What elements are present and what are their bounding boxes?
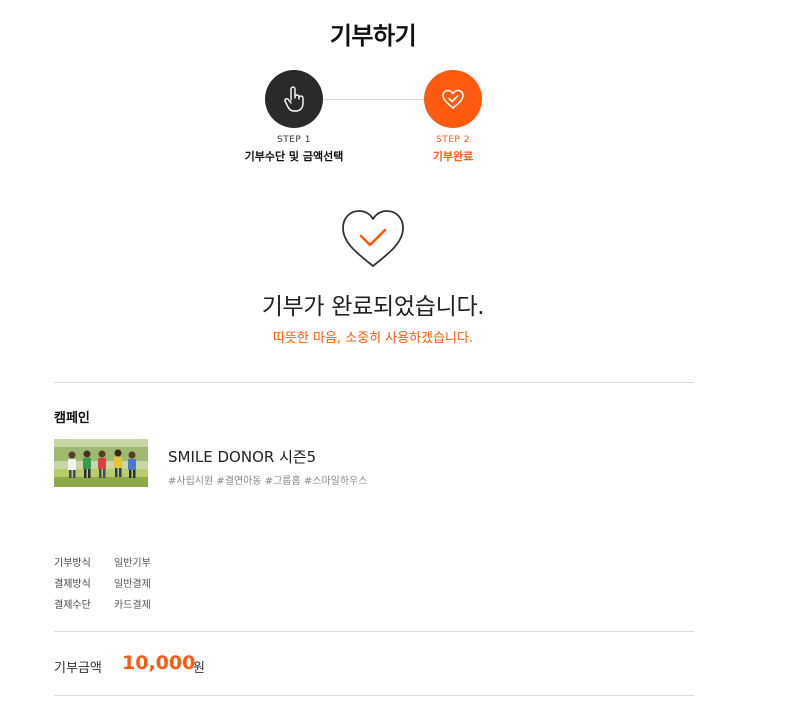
info-label: 기부방식	[54, 558, 91, 569]
divider	[54, 382, 694, 383]
campaign-tags: #사립시원 #결연아동 #그룹홈 #스마일하우스	[168, 476, 368, 487]
step-1: STEP 1 기부수단 및 금액선택	[224, 70, 364, 164]
info-value: 카드결제	[114, 600, 151, 611]
step-1-label: 기부수단 및 금액선택	[244, 150, 344, 163]
heart-check-icon	[442, 89, 464, 109]
info-row-donation-type: 기부방식 일반기부	[54, 551, 151, 572]
campaign-thumbnail[interactable]	[54, 439, 148, 487]
page-title: 기부하기	[329, 22, 417, 50]
step-2-label: 기부완료	[432, 150, 474, 163]
info-row-payment-method: 결제수단 카드결제	[54, 593, 151, 614]
step-indicator: STEP 1 기부수단 및 금액선택 STEP 2 기부완료	[0, 70, 746, 170]
step-2-circle	[424, 70, 482, 128]
payment-info: 기부방식 일반기부 결제방식 일반결제 결제수단 카드결제	[54, 551, 151, 614]
amount-label: 기부금액	[54, 661, 102, 676]
info-label: 결제방식	[54, 579, 91, 590]
info-value: 일반기부	[114, 558, 151, 569]
heart-check-icon	[342, 210, 404, 267]
divider	[54, 695, 694, 696]
info-label: 결제수단	[54, 600, 91, 611]
info-row-payment-type: 결제방식 일반결제	[54, 572, 151, 593]
divider	[54, 631, 694, 632]
step-2-number: STEP 2	[436, 135, 470, 145]
campaign-heading: 캠페인	[54, 411, 90, 426]
campaign-name[interactable]: SMILE DONOR 시즌5	[168, 446, 316, 467]
donation-complete-page: 기부하기 STEP 1 기부수단 및 금액선택 STEP 2 기부완료 기부가 …	[0, 0, 800, 708]
info-value: 일반결제	[114, 579, 151, 590]
completion-subtitle: 따뜻한 마음, 소중히 사용하겠습니다.	[272, 331, 474, 346]
children-running-photo	[54, 439, 148, 487]
amount-unit: 원	[193, 661, 205, 676]
step-1-number: STEP 1	[277, 135, 311, 145]
completion-title: 기부가 완료되었습니다.	[261, 294, 485, 320]
amount-value: 10,000	[122, 652, 196, 674]
pointing-hand-icon	[284, 86, 304, 112]
step-1-circle	[265, 70, 323, 128]
step-2: STEP 2 기부완료	[383, 70, 523, 164]
